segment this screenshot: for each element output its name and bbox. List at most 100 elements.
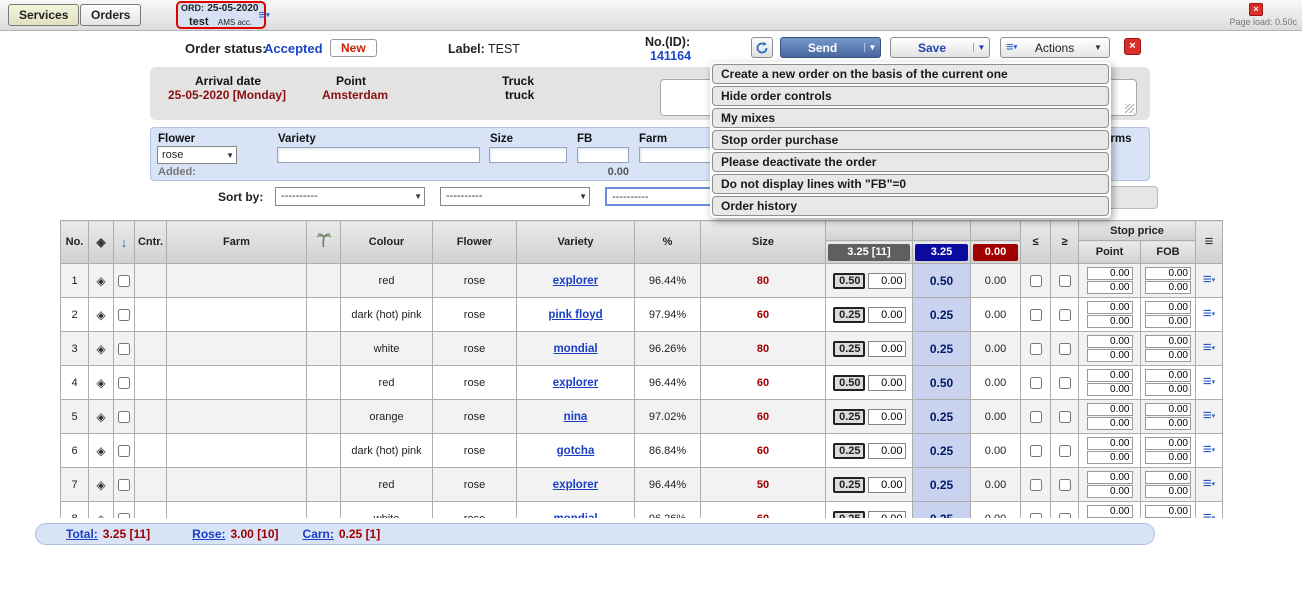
stop-fob-input-bottom[interactable] bbox=[1145, 281, 1191, 294]
actions-menu-item[interactable]: Do not display lines with "FB"=0 bbox=[712, 174, 1109, 194]
row-flag2-checkbox[interactable] bbox=[1059, 411, 1071, 423]
stop-fob-input-top[interactable] bbox=[1145, 437, 1191, 450]
close-order-icon[interactable]: × bbox=[1124, 38, 1141, 55]
stop-point-input-bottom[interactable] bbox=[1087, 485, 1133, 498]
stop-fob-input-bottom[interactable] bbox=[1145, 315, 1191, 328]
variety-filter-input[interactable] bbox=[277, 147, 480, 163]
stop-fob-input-top[interactable] bbox=[1145, 369, 1191, 382]
row-flag1-checkbox[interactable] bbox=[1030, 445, 1042, 457]
row-menu-icon[interactable]: ≡▾ bbox=[1203, 308, 1215, 321]
stop-point-input-bottom[interactable] bbox=[1087, 315, 1133, 328]
save-dropdown-icon[interactable]: ▼ bbox=[973, 43, 989, 52]
price-input[interactable] bbox=[868, 341, 906, 357]
variety-link[interactable]: gotcha bbox=[557, 445, 595, 457]
price-input[interactable] bbox=[868, 511, 906, 519]
orders-button[interactable]: Orders bbox=[80, 4, 141, 26]
row-menu-icon[interactable]: ≡▾ bbox=[1203, 444, 1215, 457]
stop-fob-input-bottom[interactable] bbox=[1145, 485, 1191, 498]
flower-select[interactable]: rose ▼ bbox=[157, 146, 237, 164]
row-menu-icon[interactable]: ≡▾ bbox=[1203, 274, 1215, 287]
row-flag1-checkbox[interactable] bbox=[1030, 275, 1042, 287]
stop-fob-input-top[interactable] bbox=[1145, 267, 1191, 280]
row-menu-icon[interactable]: ≡▾ bbox=[1203, 478, 1215, 491]
row-flag2-checkbox[interactable] bbox=[1059, 275, 1071, 287]
col-header-menu[interactable]: ≡ bbox=[1196, 221, 1223, 264]
new-status-button[interactable]: New bbox=[330, 39, 377, 57]
actions-menu-item[interactable]: Stop order purchase bbox=[712, 130, 1109, 150]
stop-fob-input-bottom[interactable] bbox=[1145, 349, 1191, 362]
stop-fob-input-top[interactable] bbox=[1145, 505, 1191, 518]
col-header-sort[interactable]: ↓ bbox=[114, 221, 135, 264]
price-input[interactable] bbox=[868, 307, 906, 323]
stop-point-input-bottom[interactable] bbox=[1087, 349, 1133, 362]
stop-point-input-bottom[interactable] bbox=[1087, 451, 1133, 464]
row-flag1-checkbox[interactable] bbox=[1030, 377, 1042, 389]
price-input[interactable] bbox=[868, 273, 906, 289]
stop-point-input-bottom[interactable] bbox=[1087, 281, 1133, 294]
row-menu-icon[interactable]: ≡▾ bbox=[1203, 512, 1215, 518]
current-order-box[interactable]: ORD: 25-05-2020 test AMS acc. ≡▾ bbox=[176, 1, 266, 29]
row-checkbox[interactable] bbox=[118, 445, 130, 457]
stop-fob-input-top[interactable] bbox=[1145, 403, 1191, 416]
services-button[interactable]: Services bbox=[8, 4, 79, 26]
stop-point-input-top[interactable] bbox=[1087, 471, 1133, 484]
size-filter-input[interactable] bbox=[489, 147, 567, 163]
variety-link[interactable]: explorer bbox=[553, 377, 598, 389]
price-input[interactable] bbox=[868, 477, 906, 493]
price-input[interactable] bbox=[868, 409, 906, 425]
row-flag1-checkbox[interactable] bbox=[1030, 513, 1042, 518]
stop-point-input-top[interactable] bbox=[1087, 403, 1133, 416]
close-icon[interactable]: × bbox=[1249, 3, 1263, 16]
price-input[interactable] bbox=[868, 443, 906, 459]
row-flag2-checkbox[interactable] bbox=[1059, 479, 1071, 491]
variety-link[interactable]: mondial bbox=[553, 343, 597, 355]
row-checkbox[interactable] bbox=[118, 275, 130, 287]
resize-grip-icon[interactable] bbox=[1125, 104, 1134, 113]
sort-select-2[interactable]: ---------- ▼ bbox=[440, 187, 590, 206]
stop-fob-input-top[interactable] bbox=[1145, 335, 1191, 348]
row-checkbox[interactable] bbox=[118, 309, 130, 321]
row-flag2-checkbox[interactable] bbox=[1059, 377, 1071, 389]
actions-menu-item[interactable]: Order history bbox=[712, 196, 1109, 216]
row-checkbox[interactable] bbox=[118, 411, 130, 423]
stop-point-input-top[interactable] bbox=[1087, 369, 1133, 382]
row-flag2-checkbox[interactable] bbox=[1059, 445, 1071, 457]
stop-fob-input-bottom[interactable] bbox=[1145, 451, 1191, 464]
stop-point-input-top[interactable] bbox=[1087, 301, 1133, 314]
stop-fob-input-top[interactable] bbox=[1145, 471, 1191, 484]
stop-point-input-top[interactable] bbox=[1087, 437, 1133, 450]
row-menu-icon[interactable]: ≡▾ bbox=[1203, 410, 1215, 423]
stop-point-input-top[interactable] bbox=[1087, 267, 1133, 280]
actions-menu-item[interactable]: Please deactivate the order bbox=[712, 152, 1109, 172]
row-checkbox[interactable] bbox=[118, 513, 130, 518]
save-button[interactable]: Save ▼ bbox=[890, 37, 990, 58]
stop-point-input-bottom[interactable] bbox=[1087, 417, 1133, 430]
send-dropdown-icon[interactable]: ▼ bbox=[864, 43, 880, 52]
stop-point-input-bottom[interactable] bbox=[1087, 383, 1133, 396]
row-flag1-checkbox[interactable] bbox=[1030, 309, 1042, 321]
carn-link[interactable]: Carn: bbox=[303, 527, 334, 541]
row-flag2-checkbox[interactable] bbox=[1059, 513, 1071, 518]
stop-fob-input-bottom[interactable] bbox=[1145, 383, 1191, 396]
row-flag2-checkbox[interactable] bbox=[1059, 309, 1071, 321]
refresh-button[interactable] bbox=[751, 37, 773, 58]
row-checkbox[interactable] bbox=[118, 377, 130, 389]
send-button[interactable]: Send ▼ bbox=[780, 37, 881, 58]
variety-link[interactable]: pink floyd bbox=[548, 309, 602, 321]
row-flag1-checkbox[interactable] bbox=[1030, 343, 1042, 355]
sort-select-1[interactable]: ---------- ▼ bbox=[275, 187, 425, 206]
stop-fob-input-bottom[interactable] bbox=[1145, 417, 1191, 430]
variety-link[interactable]: mondial bbox=[553, 513, 597, 519]
actions-dropdown-icon[interactable]: ▼ bbox=[1092, 43, 1104, 52]
total-link[interactable]: Total: bbox=[66, 527, 98, 541]
stop-point-input-top[interactable] bbox=[1087, 335, 1133, 348]
stop-fob-input-top[interactable] bbox=[1145, 301, 1191, 314]
price-input[interactable] bbox=[868, 375, 906, 391]
fb-filter-input[interactable] bbox=[577, 147, 629, 163]
row-checkbox[interactable] bbox=[118, 343, 130, 355]
rose-link[interactable]: Rose: bbox=[192, 527, 225, 541]
variety-link[interactable]: explorer bbox=[553, 479, 598, 491]
row-flag1-checkbox[interactable] bbox=[1030, 479, 1042, 491]
actions-menu-item[interactable]: Hide order controls bbox=[712, 86, 1109, 106]
actions-menu-item[interactable]: My mixes bbox=[712, 108, 1109, 128]
